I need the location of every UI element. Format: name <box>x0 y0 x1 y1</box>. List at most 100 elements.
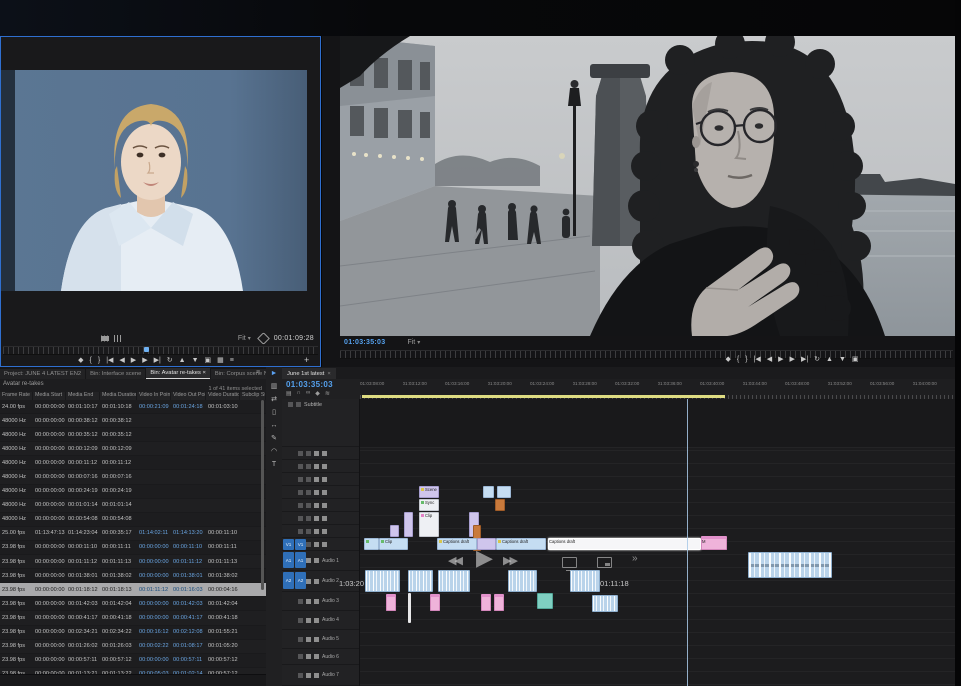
source-playhead[interactable] <box>144 347 149 352</box>
timeline-ruler[interactable]: 01:03:08:0001:03:12:0001:03:16:0001:03:2… <box>360 379 955 400</box>
audio-track-header[interactable]: Audio 7 <box>282 665 359 686</box>
lock-icon[interactable] <box>298 654 303 659</box>
hand-tool[interactable]: ◠ <box>271 448 277 456</box>
lock-icon[interactable] <box>298 503 303 508</box>
work-area-bar[interactable] <box>362 395 725 398</box>
solo-icon[interactable] <box>314 558 319 563</box>
table-row[interactable]: 24.00 fps00:00:00:0000:01:10:1700:01:10:… <box>0 400 266 414</box>
table-row[interactable]: 48000 Hz00:00:00:0000:01:01:1400:01:01:1… <box>0 499 266 513</box>
playhead-line[interactable] <box>687 399 688 686</box>
go-to-in-button[interactable]: |◀ <box>106 354 113 368</box>
solo-icon[interactable] <box>314 529 319 534</box>
type-tool[interactable]: T <box>272 461 276 469</box>
timeline-clip[interactable] <box>365 570 400 592</box>
record-icon[interactable] <box>322 503 327 508</box>
timeline-clip[interactable]: Captions draft <box>437 538 477 550</box>
timeline-clip[interactable] <box>495 499 505 511</box>
record-icon[interactable] <box>322 464 327 469</box>
insert-button[interactable]: ≡ <box>230 354 234 368</box>
step-forward-button[interactable]: ▶ <box>142 354 147 368</box>
mark-out-button[interactable]: } <box>98 354 100 368</box>
pen-tool[interactable]: ✎ <box>271 435 277 443</box>
project-tab[interactable]: Bin: Interface scene <box>86 369 145 379</box>
mute-icon[interactable] <box>306 451 311 456</box>
mute-icon[interactable] <box>306 654 311 659</box>
settings-wrench-icon[interactable] <box>257 332 270 345</box>
audio-track-header[interactable]: Audio 3 <box>282 592 359 611</box>
audio-track-header[interactable]: Audio 5 <box>282 630 359 649</box>
video-track-header[interactable] <box>282 512 359 525</box>
audio-track-header[interactable]: A1A1Audio 1 <box>282 551 359 571</box>
lock-icon[interactable] <box>298 451 303 456</box>
column-header[interactable]: Video Out Point <box>171 392 206 400</box>
timeline-clip[interactable] <box>748 552 832 578</box>
timeline-clip[interactable] <box>430 594 440 611</box>
lock-icon[interactable] <box>298 516 303 521</box>
play-button[interactable]: ▶ <box>778 353 783 367</box>
lock-icon[interactable] <box>298 637 303 642</box>
column-header[interactable]: Video Duration <box>206 392 240 400</box>
solo-icon[interactable] <box>314 516 319 521</box>
ripple-edit-tool[interactable]: ⇄ <box>271 396 277 404</box>
timeline-clip[interactable] <box>592 595 618 612</box>
timeline-clip[interactable] <box>483 486 494 498</box>
solo-icon[interactable] <box>314 477 319 482</box>
solo-icon[interactable] <box>314 599 319 604</box>
timeline-clip[interactable] <box>390 525 399 537</box>
step-back-button[interactable]: ◀ <box>119 354 124 368</box>
timeline-clip[interactable]: Clip <box>379 538 408 550</box>
column-header[interactable]: Video In Point <box>137 392 171 400</box>
track-content[interactable]: SceneSyncClipClipCaptions draftCaptions … <box>360 399 955 686</box>
sequence-tab[interactable]: June 1st latest× <box>282 368 336 379</box>
mark-in-button[interactable]: { <box>90 354 92 368</box>
table-row[interactable]: 48000 Hz00:00:00:0000:00:35:1200:00:35:1… <box>0 428 266 442</box>
mute-icon[interactable] <box>306 558 311 563</box>
video-track-header[interactable] <box>282 460 359 473</box>
timeline-clip[interactable] <box>570 570 600 592</box>
mute-icon[interactable] <box>306 477 311 482</box>
table-row[interactable]: 23.98 fps00:00:00:0000:00:57:1100:00:57:… <box>0 654 266 668</box>
timeline-clip[interactable] <box>386 594 396 611</box>
mark-in-button[interactable]: { <box>737 353 739 367</box>
record-icon[interactable] <box>322 529 327 534</box>
mute-icon[interactable] <box>306 637 311 642</box>
button-editor-plus[interactable]: + <box>304 355 309 365</box>
source-patch-audio[interactable]: A2 <box>283 572 294 589</box>
step-forward-button[interactable]: ▶ <box>790 353 795 367</box>
selection-tool[interactable]: ► <box>271 370 278 378</box>
export-frame-button[interactable]: ▣ <box>852 353 859 367</box>
timeline-clip[interactable]: Sync <box>419 499 439 511</box>
timeline-clip[interactable]: Scene <box>419 486 439 498</box>
video-track-header[interactable] <box>282 525 359 538</box>
go-to-in-button[interactable]: |◀ <box>754 353 761 367</box>
column-header[interactable]: Media Start <box>33 392 66 400</box>
video-track-header[interactable] <box>282 447 359 460</box>
mute-icon[interactable] <box>306 503 311 508</box>
timeline-clip[interactable] <box>477 538 496 550</box>
table-row[interactable]: 23.98 fps00:00:00:0000:01:38:0100:01:38:… <box>0 569 266 583</box>
column-header[interactable]: Frame Rate ▲ <box>0 392 33 400</box>
mute-icon[interactable] <box>306 542 311 547</box>
solo-icon[interactable] <box>314 464 319 469</box>
drag-video-icon[interactable] <box>101 335 109 342</box>
lock-icon[interactable] <box>288 402 293 407</box>
table-row[interactable]: 48000 Hz00:00:00:0000:00:12:0900:00:12:0… <box>0 442 266 456</box>
timeline-clip[interactable] <box>494 594 504 611</box>
timeline-clip[interactable]: Clip <box>419 512 439 537</box>
export-frame-button[interactable]: ▣ <box>205 354 212 368</box>
column-header[interactable]: Media End <box>66 392 100 400</box>
table-row[interactable]: 23.98 fps00:00:00:0000:00:41:1700:00:41:… <box>0 611 266 625</box>
timeline-clip[interactable] <box>408 570 433 592</box>
record-icon[interactable] <box>322 451 327 456</box>
lock-icon[interactable] <box>298 673 303 678</box>
table-row[interactable]: 23.98 fps00:00:00:0000:00:11:1000:00:11:… <box>0 541 266 555</box>
timeline-settings-icon[interactable]: ≋ <box>325 390 330 397</box>
timeline-clip[interactable] <box>508 570 537 592</box>
slip-tool[interactable]: ↔ <box>271 422 278 430</box>
table-row[interactable]: 23.98 fps00:00:00:0000:02:34:2100:02:34:… <box>0 626 266 640</box>
play-button[interactable]: ▶ <box>131 354 136 368</box>
timeline-clip[interactable] <box>438 570 470 592</box>
solo-icon[interactable] <box>314 654 319 659</box>
panel-menu-icon[interactable]: ≡ <box>256 369 260 376</box>
table-row[interactable]: 23.98 fps00:00:00:0000:01:26:0200:01:26:… <box>0 640 266 654</box>
